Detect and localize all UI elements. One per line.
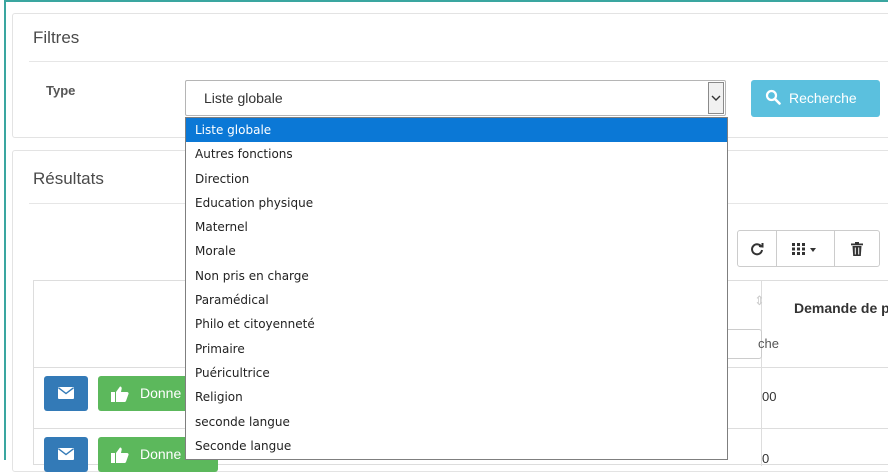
column-header-demande[interactable]: Demande de pr: [794, 300, 888, 316]
type-select[interactable]: Liste globale: [185, 80, 726, 116]
dropdown-option[interactable]: Autres fonctions: [186, 142, 727, 166]
thumbs-up-icon: [111, 386, 129, 402]
column-filter-text: che: [758, 336, 779, 351]
sort-icon[interactable]: ⇕: [754, 293, 765, 309]
results-title: Résultats: [33, 169, 104, 188]
delete-button[interactable]: [834, 231, 879, 266]
dropdown-option[interactable]: Maternel: [186, 215, 727, 239]
dropdown-option[interactable]: Philo et citoyenneté: [186, 312, 727, 336]
refresh-icon: [751, 242, 764, 255]
search-button-label: Recherche: [789, 90, 857, 106]
envelope-icon: [58, 387, 74, 399]
dropdown-option[interactable]: Primaire: [186, 337, 727, 361]
type-label: Type: [46, 83, 76, 98]
type-dropdown-list[interactable]: Liste globale Autres fonctions Direction…: [185, 117, 728, 460]
dropdown-option[interactable]: Direction: [186, 167, 727, 191]
dropdown-option[interactable]: Education physique: [186, 191, 727, 215]
refresh-button[interactable]: [738, 231, 777, 266]
columns-button[interactable]: [776, 231, 835, 266]
mail-button[interactable]: [44, 376, 88, 411]
mail-button[interactable]: [44, 437, 88, 472]
chevron-down-icon[interactable]: [708, 82, 724, 114]
grid-icon: [792, 242, 816, 255]
filters-divider: [29, 61, 888, 62]
frame-top-border: [4, 0, 888, 2]
thumbs-up-icon: [111, 447, 129, 463]
donner-button-label: Donne: [140, 385, 182, 401]
type-select-value: Liste globale: [204, 90, 283, 106]
filters-title: Filtres: [33, 28, 80, 47]
dropdown-option[interactable]: Paramédical: [186, 288, 727, 312]
table-cell: 0: [762, 451, 770, 466]
dropdown-option[interactable]: Religion: [186, 385, 727, 409]
envelope-icon: [58, 448, 74, 460]
search-icon: [765, 89, 781, 105]
dropdown-option[interactable]: seconde langue: [186, 410, 727, 434]
dropdown-option[interactable]: Morale: [186, 239, 727, 263]
trash-icon: [850, 241, 863, 256]
dropdown-option[interactable]: Non pris en charge: [186, 264, 727, 288]
dropdown-option[interactable]: Liste globale: [186, 118, 727, 143]
dropdown-option[interactable]: Seconde langue: [186, 434, 727, 458]
search-button[interactable]: Recherche: [751, 80, 880, 117]
table-toolbar: [737, 230, 880, 267]
dropdown-option[interactable]: Puéricultrice: [186, 361, 727, 385]
frame-left-border: [4, 0, 6, 460]
table-cell: 00: [762, 389, 777, 404]
